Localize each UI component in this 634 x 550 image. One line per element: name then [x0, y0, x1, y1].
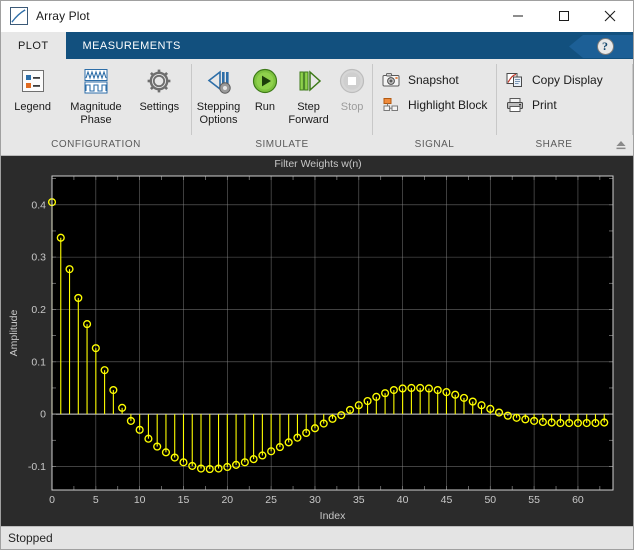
axes: 0 5 10 15 20 25 30 35 40 45 50 55 60 -0.1 0 0.1 0.2 0.3 0.… [28, 175, 614, 506]
ribbon: Legend Magnitude Phase Settings CONFIGUR… [1, 59, 633, 156]
run-button[interactable]: Run [245, 65, 285, 114]
x-tick-label: 50 [484, 494, 496, 506]
x-axis-label: Index [320, 510, 346, 522]
ribbon-group-simulate-label: SIMULATE [255, 139, 309, 150]
x-tick-label: 15 [178, 494, 190, 506]
step-forward-icon [295, 65, 323, 97]
copy-display-icon [505, 71, 525, 89]
tab-measurements[interactable]: MEASUREMENTS [66, 32, 198, 59]
stop-button: Stop [332, 65, 372, 114]
highlight-block-button-label: Highlight Block [408, 97, 488, 112]
highlight-block-button[interactable]: Highlight Block [373, 92, 495, 117]
stop-icon [338, 65, 366, 97]
gear-icon [145, 65, 173, 97]
copy-display-button-label: Copy Display [532, 72, 603, 87]
copy-display-button[interactable]: Copy Display [497, 67, 611, 92]
x-tick-label: 5 [93, 494, 99, 506]
array-plot-window: Array Plot PLOT MEASUREMENTS ? Legend Ma… [0, 0, 634, 550]
x-tick-label: 60 [572, 494, 584, 506]
ribbon-group-share-label: SHARE [535, 139, 573, 150]
y-axis-label: Amplitude [8, 310, 20, 357]
x-tick-label: 45 [441, 494, 453, 506]
printer-icon [505, 96, 525, 114]
tab-measurements-label: MEASUREMENTS [82, 39, 181, 52]
x-tick-label: 20 [221, 494, 233, 506]
status-bar: Stopped [1, 526, 633, 549]
tab-plot-label: PLOT [18, 39, 49, 52]
status-text: Stopped [8, 531, 53, 545]
stepping-options-button[interactable]: Stepping Options [192, 65, 245, 127]
x-tick-label: 30 [309, 494, 321, 506]
magnitude-phase-button[interactable]: Magnitude Phase [64, 65, 127, 127]
y-tick-label: 0.1 [31, 356, 46, 368]
y-tick-label: 0.2 [31, 304, 46, 316]
snapshot-button-label: Snapshot [408, 72, 459, 87]
array-plot-icon [10, 7, 28, 25]
help-button[interactable]: ? [569, 35, 633, 58]
stop-button-label: Stop [340, 101, 364, 113]
y-tick-label: 0.4 [31, 199, 46, 211]
settings-button[interactable]: Settings [128, 65, 191, 114]
ribbon-tab-strip: PLOT MEASUREMENTS ? [1, 32, 633, 59]
magnitude-phase-button-label: Magnitude Phase [70, 101, 122, 126]
highlight-block-icon [381, 96, 401, 114]
close-button[interactable] [587, 1, 633, 31]
magnitude-phase-icon [81, 65, 111, 97]
window-title: Array Plot [36, 9, 90, 23]
ribbon-group-simulate: Stepping Options Run Step Forward Stop S… [192, 59, 372, 156]
maximize-button[interactable] [541, 1, 587, 31]
legend-icon [19, 65, 47, 97]
x-tick-label: 35 [353, 494, 365, 506]
y-tick-label: 0.3 [31, 252, 46, 264]
tab-plot[interactable]: PLOT [1, 32, 66, 59]
x-tick-label: 0 [49, 494, 55, 506]
title-bar: Array Plot [1, 1, 633, 32]
snapshot-button[interactable]: Snapshot [373, 67, 495, 92]
question-mark-icon: ? [596, 38, 614, 55]
ribbon-group-signal: Snapshot Highlight Block SIGNAL [373, 59, 496, 156]
ribbon-separator [632, 64, 633, 135]
x-tick-label: 25 [265, 494, 277, 506]
axes-background [52, 176, 613, 490]
settings-button-label: Settings [139, 101, 180, 113]
x-tick-label: 40 [397, 494, 409, 506]
plot-area[interactable]: Filter Weights w(n) 0 5 10 15 20 25 30 35 40 45 50… [1, 156, 633, 526]
step-forward-button-label: Step Forward [288, 101, 329, 126]
print-button[interactable]: Print [497, 92, 611, 117]
ribbon-group-configuration: Legend Magnitude Phase Settings CONFIGUR… [1, 59, 191, 156]
ribbon-group-signal-label: SIGNAL [414, 139, 455, 150]
run-icon [251, 65, 279, 97]
ribbon-group-configuration-label: CONFIGURATION [51, 139, 141, 150]
chart-title: Filter Weights w(n) [274, 158, 361, 170]
collapse-ribbon-button[interactable] [613, 137, 629, 153]
stepping-options-icon [204, 65, 234, 97]
x-tick-label: 55 [528, 494, 540, 506]
run-button-label: Run [254, 101, 276, 113]
minimize-button[interactable] [495, 1, 541, 31]
step-forward-button[interactable]: Step Forward [285, 65, 332, 127]
stepping-options-button-label: Stepping Options [196, 101, 241, 126]
legend-button[interactable]: Legend [1, 65, 64, 114]
print-button-label: Print [532, 97, 557, 112]
camera-icon [381, 71, 401, 89]
ribbon-group-share: Copy Display Print SHARE [497, 59, 611, 156]
x-tick-label: 10 [134, 494, 146, 506]
legend-button-label: Legend [14, 101, 52, 113]
array-plot-chart[interactable]: Filter Weights w(n) 0 5 10 15 20 25 30 35 40 45 50… [1, 156, 633, 526]
y-tick-label: -0.1 [28, 461, 46, 473]
help-button-container: ? [569, 34, 633, 59]
y-tick-label: 0 [40, 409, 46, 421]
